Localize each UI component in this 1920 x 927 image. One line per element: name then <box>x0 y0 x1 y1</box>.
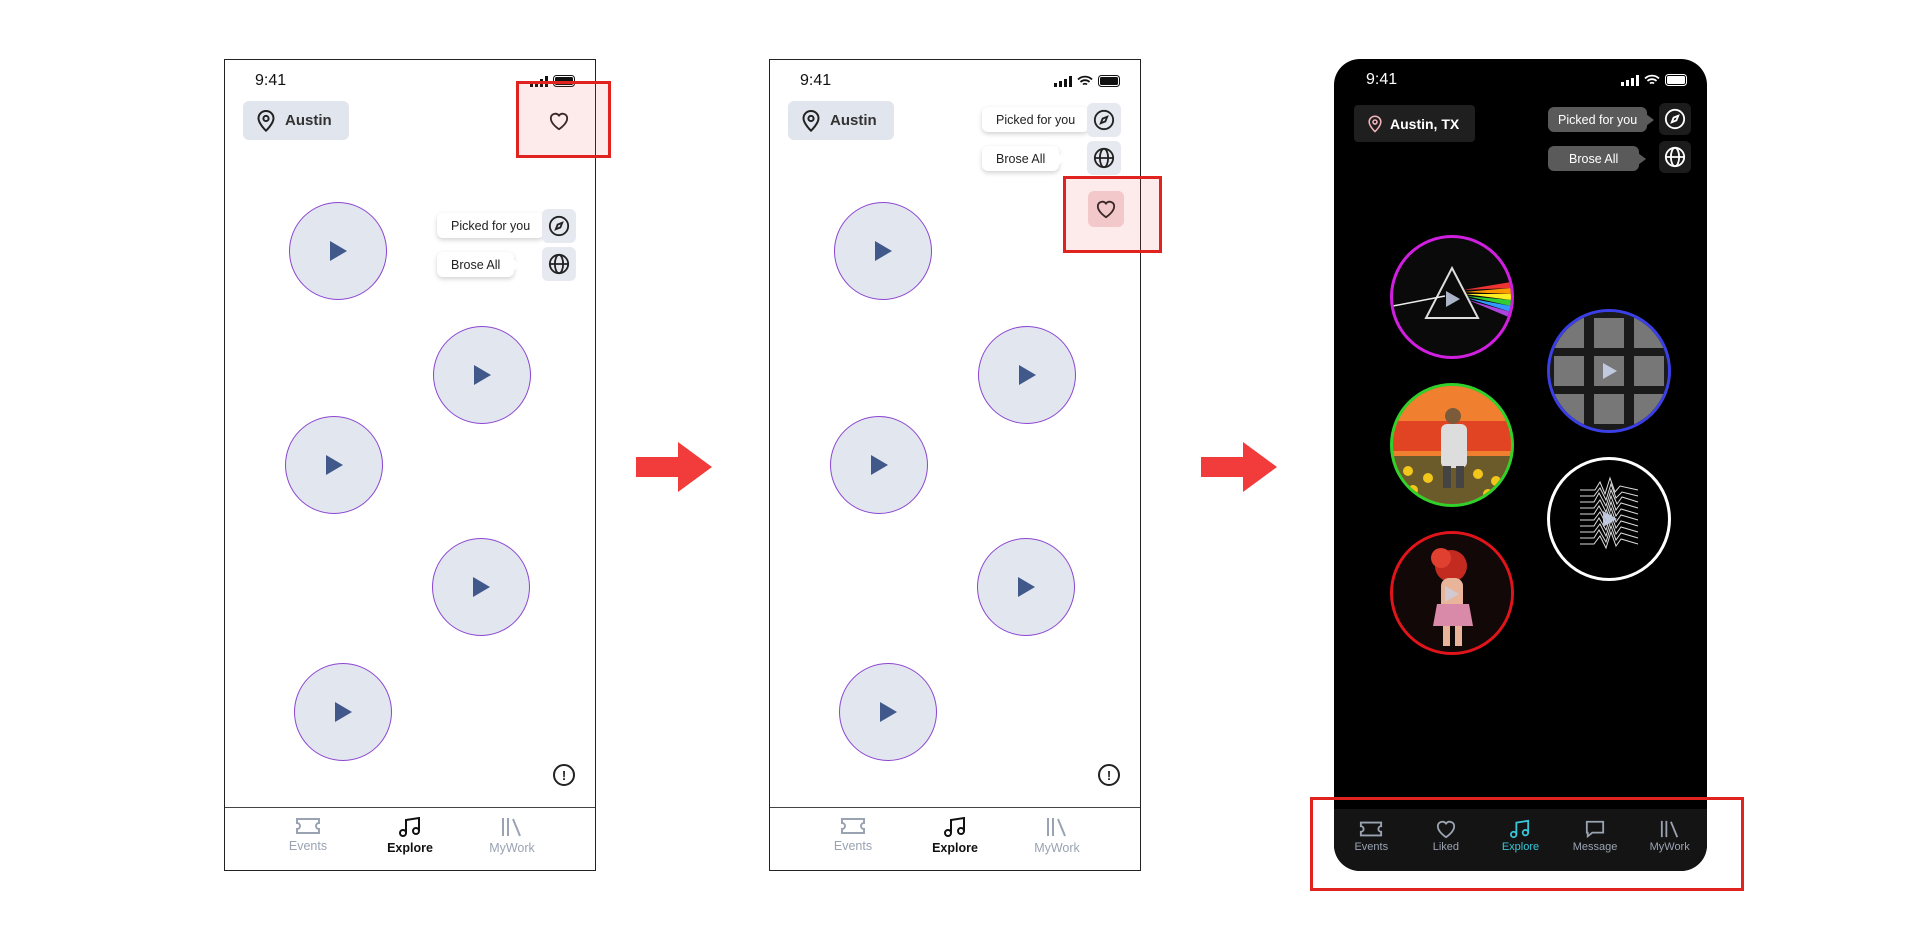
tab-label: Explore <box>387 841 433 855</box>
location-pill[interactable]: Austin <box>788 101 894 140</box>
album-art <box>1580 476 1639 550</box>
status-time: 9:41 <box>1366 71 1398 88</box>
status-time: 9:41 <box>255 72 287 89</box>
album-art <box>1550 312 1668 430</box>
browse-all-tooltip: Brose All <box>437 252 522 277</box>
picked-for-you-tooltip: Picked for you <box>982 107 1097 132</box>
picked-for-you-button[interactable] <box>542 209 576 243</box>
play-bubble[interactable] <box>834 202 932 300</box>
play-icon <box>871 455 888 475</box>
play-bubble[interactable] <box>839 663 937 761</box>
compass-icon <box>1093 109 1115 131</box>
album-art <box>1393 265 1511 319</box>
play-icon <box>326 455 343 475</box>
album-disc[interactable] <box>1390 383 1514 507</box>
album-disc[interactable] <box>1547 309 1671 433</box>
battery-icon <box>1665 74 1687 86</box>
globe-icon <box>1093 147 1115 169</box>
browse-all-tooltip: Brose All <box>982 146 1067 171</box>
play-icon <box>1018 577 1035 597</box>
play-icon <box>1019 365 1036 385</box>
browse-all-button[interactable] <box>1087 141 1121 175</box>
play-bubble[interactable] <box>433 326 531 424</box>
signal-icon <box>1054 75 1072 87</box>
tab-bar: Events Explore MyWork <box>225 807 595 870</box>
play-icon <box>330 241 347 261</box>
library-icon <box>1047 818 1066 837</box>
tab-events[interactable]: Events <box>268 808 348 870</box>
tab-explore[interactable]: Explore <box>370 808 450 870</box>
tab-label: Events <box>288 839 328 853</box>
location-label: Austin, TX <box>1390 115 1460 132</box>
status-time: 9:41 <box>800 72 832 89</box>
dark-phone: 9:41 Austin, TX Picked for you Brose All <box>1334 59 1707 871</box>
globe-icon <box>1664 146 1686 168</box>
highlight-box <box>1063 176 1162 253</box>
tab-explore[interactable]: Explore <box>915 808 995 870</box>
play-bubble[interactable] <box>830 416 928 514</box>
wifi-icon <box>1644 74 1660 85</box>
browse-all-button[interactable] <box>542 247 576 281</box>
play-bubble[interactable] <box>432 538 530 636</box>
picked-for-you-tooltip: Picked for you <box>1548 107 1655 132</box>
tab-label: MyWork <box>1034 841 1080 855</box>
album-art <box>1393 386 1511 504</box>
album-disc[interactable] <box>1390 531 1514 655</box>
play-bubble[interactable] <box>285 416 383 514</box>
play-icon <box>875 241 892 261</box>
location-pill[interactable]: Austin <box>243 101 349 140</box>
flow-arrow-icon <box>636 442 712 492</box>
compass-icon <box>548 215 570 237</box>
music-note-icon <box>399 816 420 837</box>
tab-label: Explore <box>932 841 978 855</box>
album-art <box>1393 534 1511 652</box>
wireframe-phone-1: 9:41 Austin Picked for you Brose All ! E… <box>224 59 596 871</box>
tab-mywork[interactable]: MyWork <box>1017 808 1097 870</box>
flow-arrow-icon <box>1201 442 1277 492</box>
picked-for-you-tooltip: Picked for you <box>437 213 552 238</box>
play-bubble[interactable] <box>294 663 392 761</box>
location-pin-icon <box>802 109 820 132</box>
play-bubble[interactable] <box>289 202 387 300</box>
play-icon <box>474 365 491 385</box>
status-icons <box>1054 75 1122 87</box>
highlight-box <box>1310 797 1744 891</box>
tab-label: Events <box>833 839 873 853</box>
signal-icon <box>1621 74 1639 86</box>
tab-bar: Events Explore MyWork <box>770 807 1140 870</box>
tab-events[interactable]: Events <box>813 808 893 870</box>
browse-all-button[interactable] <box>1659 141 1691 173</box>
play-bubble[interactable] <box>978 326 1076 424</box>
picked-for-you-button[interactable] <box>1087 103 1121 137</box>
ticket-icon <box>841 818 865 834</box>
info-icon[interactable]: ! <box>1098 764 1120 786</box>
location-pill[interactable]: Austin, TX <box>1354 105 1475 142</box>
status-icons <box>1621 74 1689 86</box>
location-label: Austin <box>285 112 332 129</box>
location-label: Austin <box>830 112 877 129</box>
location-pin-icon <box>257 109 275 132</box>
ticket-icon <box>296 818 320 834</box>
info-icon[interactable]: ! <box>553 764 575 786</box>
play-icon <box>335 702 352 722</box>
highlight-box <box>516 81 611 158</box>
music-note-icon <box>944 816 965 837</box>
album-disc[interactable] <box>1547 457 1671 581</box>
compass-icon <box>1664 108 1686 130</box>
globe-icon <box>548 253 570 275</box>
battery-icon <box>1098 75 1120 87</box>
library-icon <box>502 818 521 837</box>
tab-mywork[interactable]: MyWork <box>472 808 552 870</box>
album-disc[interactable] <box>1390 235 1514 359</box>
wifi-icon <box>1077 75 1093 86</box>
tab-label: MyWork <box>489 841 535 855</box>
browse-all-tooltip: Brose All <box>1548 146 1647 171</box>
play-icon <box>473 577 490 597</box>
play-bubble[interactable] <box>977 538 1075 636</box>
picked-for-you-button[interactable] <box>1659 103 1691 135</box>
play-icon <box>880 702 897 722</box>
location-pin-icon <box>1368 114 1382 133</box>
